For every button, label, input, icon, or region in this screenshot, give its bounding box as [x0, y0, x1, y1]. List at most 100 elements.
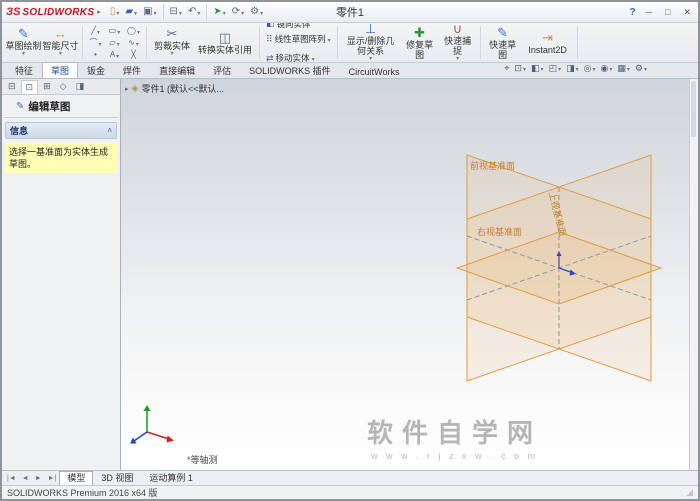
scroll-first-button[interactable]: |◄ — [4, 472, 19, 485]
solidworks-logo[interactable]: ЗS SOLIDWORKS ▸ — [6, 6, 101, 18]
dropdown-arrow-icon[interactable] — [223, 3, 226, 21]
view-settings-button[interactable]: ⚙ — [634, 59, 648, 77]
minimize-button[interactable]: ─ — [643, 7, 655, 17]
graphics-area[interactable]: ▸ ◈ 零件1 (默认<<默认... 前视基准面 上视基准面 右视基准面 软件自… — [121, 79, 689, 470]
right-plane-label[interactable]: 右视基准面 — [477, 226, 522, 237]
message-group-header[interactable]: 信息 ˄ — [5, 122, 117, 139]
scroll-prev-button[interactable]: ◄ — [19, 472, 32, 485]
tab-3d-views[interactable]: 3D 视图 — [93, 471, 141, 485]
zoom-fit-icon: ⌖ — [504, 62, 510, 73]
dropdown-arrow-icon[interactable] — [523, 59, 526, 77]
quick-snaps-button[interactable]: ∪ 快速捕捉 — [439, 22, 477, 63]
configurationmanager-tab-icon[interactable]: ⊞ — [39, 80, 55, 93]
close-button[interactable]: ✕ — [680, 7, 694, 18]
tab-direct-editing[interactable]: 直接编辑 — [150, 62, 204, 78]
polygon-icon: ▱ — [109, 38, 116, 47]
dropdown-arrow-icon[interactable] — [328, 30, 331, 48]
dropdown-arrow-icon[interactable] — [170, 51, 173, 58]
instant2d-button[interactable]: ⇥ Instant2D — [522, 24, 574, 61]
sketch-button[interactable]: ✎ 草图绘制 — [5, 24, 42, 61]
options-button[interactable]: ⚙ — [247, 2, 266, 22]
rectangle-tool-button[interactable]: ▭ — [105, 25, 124, 37]
rapid-sketch-button[interactable]: ✎ 快速草图 — [484, 24, 522, 61]
featuremanager-tab-icon[interactable]: ⊟ — [4, 80, 20, 93]
dropdown-arrow-icon[interactable] — [197, 3, 200, 21]
rebuild-button[interactable]: ⟳ — [229, 2, 247, 22]
polygon-tool-button[interactable]: ▱ — [105, 37, 124, 49]
edit-appearance-button[interactable]: ◉ — [600, 59, 614, 77]
collapse-chevron-icon[interactable]: ˄ — [107, 126, 112, 135]
menu-expand-icon[interactable]: ▸ — [97, 8, 101, 16]
scroll-last-button[interactable]: ►| — [45, 472, 60, 485]
scrollbar-thumb[interactable] — [691, 81, 696, 137]
zoom-area-button[interactable]: ⊡ — [513, 59, 527, 77]
erase-icon: ╳ — [131, 50, 136, 59]
trim-entities-button[interactable]: ✂ 剪裁实体 — [150, 24, 194, 61]
displaymanager-tab-icon[interactable]: ◨ — [72, 80, 89, 93]
logo-mark-icon: ЗS — [6, 6, 21, 18]
tab-circuitworks[interactable]: CircuitWorks — [340, 65, 409, 78]
section-view-button[interactable]: ◧ — [530, 59, 545, 77]
arc-tool-button[interactable]: ⌒ — [86, 37, 105, 49]
view-orientation-button[interactable]: ◰ — [548, 59, 563, 77]
tab-features[interactable]: 特征 — [6, 62, 42, 78]
repair-sketch-button[interactable]: ✚ 修复草图 — [401, 24, 439, 61]
dropdown-arrow-icon[interactable] — [456, 56, 459, 63]
erase-tool-button[interactable]: ╳ — [124, 49, 143, 61]
zoom-fit-button[interactable]: ⌖ — [503, 63, 510, 74]
dropdown-arrow-icon[interactable] — [179, 3, 182, 21]
select-button[interactable]: ➤ — [210, 2, 228, 22]
display-delete-relations-button[interactable]: ⊥ 显示/删除几何关系 — [341, 22, 401, 63]
display-style-button[interactable]: ◨ — [565, 59, 580, 77]
vertical-scrollbar[interactable] — [689, 79, 697, 470]
front-plane-label[interactable]: 前视基准面 — [470, 160, 515, 171]
dropdown-arrow-icon[interactable] — [134, 3, 137, 21]
new-button[interactable]: ▯ — [107, 2, 123, 22]
hide-show-items-button[interactable]: ◎ — [583, 59, 597, 77]
tab-evaluate[interactable]: 评估 — [204, 62, 240, 78]
linear-sketch-pattern-button[interactable]: ⠿ 线性草图阵列 — [263, 30, 334, 48]
dropdown-arrow-icon[interactable] — [241, 3, 244, 21]
tab-sketch[interactable]: 草图 — [42, 62, 79, 78]
apply-scene-icon: ▦ — [617, 62, 626, 73]
dropdown-arrow-icon[interactable] — [116, 3, 119, 21]
dropdown-arrow-icon[interactable] — [59, 51, 62, 58]
save-button[interactable]: ▣ — [140, 2, 159, 22]
smart-dimension-button[interactable]: ↔ 智能尺寸 — [42, 24, 79, 61]
repair-sketch-label: 修复草图 — [406, 39, 434, 60]
undo-icon: ↶ — [187, 6, 197, 17]
spline-tool-button[interactable]: ∿ — [124, 37, 143, 49]
dimxpertmanager-tab-icon[interactable]: ◇ — [56, 80, 71, 93]
point-tool-button[interactable]: • — [86, 49, 105, 61]
tab-sheet-metal[interactable]: 钣金 — [78, 62, 114, 78]
tab-weldments[interactable]: 焊件 — [114, 62, 150, 78]
resize-grip-icon[interactable]: ◢ — [686, 487, 693, 498]
circle-tool-button[interactable]: ◯ — [124, 25, 143, 37]
dropdown-arrow-icon[interactable] — [541, 59, 544, 77]
apply-scene-button[interactable]: ▦ — [616, 59, 631, 77]
dropdown-arrow-icon[interactable] — [116, 46, 119, 64]
propertymanager-tab-icon[interactable]: ⊡ — [20, 79, 39, 94]
tab-motion-study-1[interactable]: 运动算例 1 — [141, 471, 201, 485]
dropdown-arrow-icon[interactable] — [592, 59, 595, 77]
dropdown-arrow-icon[interactable] — [627, 59, 630, 77]
dropdown-arrow-icon[interactable] — [558, 59, 561, 77]
scroll-next-button[interactable]: ► — [32, 472, 45, 485]
convert-entities-button[interactable]: ◫ 转换实体引用 — [194, 24, 256, 61]
dropdown-arrow-icon[interactable] — [154, 3, 157, 21]
print-button[interactable]: ⊟ — [167, 2, 185, 22]
dropdown-arrow-icon[interactable] — [609, 59, 612, 77]
dropdown-arrow-icon[interactable] — [260, 3, 263, 21]
dropdown-arrow-icon[interactable] — [22, 51, 25, 58]
dropdown-arrow-icon[interactable] — [369, 56, 372, 63]
tab-solidworks-addins[interactable]: SOLIDWORKS 插件 — [240, 62, 340, 78]
open-button[interactable]: ▰ — [122, 2, 140, 22]
tab-model[interactable]: 模型 — [59, 471, 94, 485]
undo-button[interactable]: ↶ — [185, 2, 203, 22]
help-icon[interactable]: ? — [630, 7, 636, 18]
text-tool-button[interactable]: A — [105, 49, 124, 61]
dropdown-arrow-icon[interactable] — [644, 59, 647, 77]
dropdown-arrow-icon[interactable] — [576, 59, 579, 77]
maximize-button[interactable]: □ — [662, 7, 673, 17]
line-tool-button[interactable]: ╱ — [86, 25, 105, 37]
